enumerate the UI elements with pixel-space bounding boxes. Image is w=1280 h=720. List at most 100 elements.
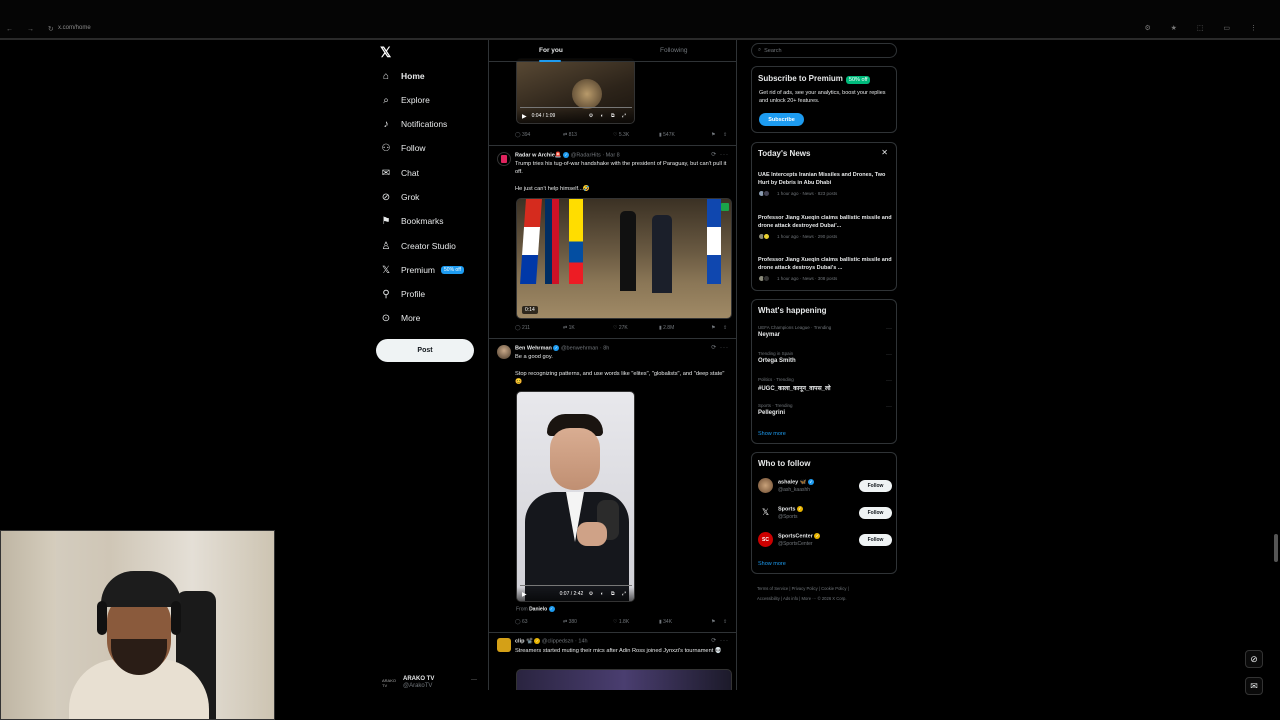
repost-button[interactable]: ⇄ 380: [563, 619, 577, 625]
more-dots-icon[interactable]: ···: [886, 378, 892, 384]
video-progress[interactable]: [520, 107, 632, 108]
avatar[interactable]: [497, 152, 511, 166]
footer-links[interactable]: Terms of Service | Privacy Policy | Cook…: [757, 584, 897, 604]
browser-toolbar: ← → ↻ x.com/home ⚙ ★ ⬚ ▭ ⋮: [0, 0, 1280, 40]
show-more-link[interactable]: Show more: [758, 431, 786, 437]
author-handle[interactable]: @RadarHits · Mar 8: [571, 152, 620, 158]
search-input[interactable]: ⌕ Search: [751, 43, 897, 58]
trend-item[interactable]: Politics · Trending #UGC_काला_कानून_वापस_…: [758, 377, 892, 392]
author-name[interactable]: Radar w Archie🚨: [515, 152, 562, 158]
tweet-video[interactable]: ▶ 0:04 / 1:09 ⚙ ◐ ⧉ ⤢: [516, 58, 635, 124]
play-icon[interactable]: ▶: [522, 591, 527, 598]
video-control-icons[interactable]: ⚙ ◐ ⧉ ⤢: [589, 113, 629, 119]
avatar[interactable]: [497, 638, 511, 652]
verified-badge-icon: ✓: [548, 606, 555, 612]
sidebar-item-creator-studio[interactable]: ♙ Creator Studio: [380, 236, 456, 256]
sidebar-item-more[interactable]: ⊙ More: [380, 308, 421, 328]
author-name[interactable]: Ben Wehrman: [515, 345, 552, 351]
share-icon[interactable]: ⇪: [723, 132, 727, 138]
grok-float-icon[interactable]: ⊘: [1245, 650, 1263, 668]
reply-button[interactable]: ◯ 394: [515, 132, 530, 138]
follow-button[interactable]: Follow: [859, 534, 892, 546]
sidebar-item-bookmarks[interactable]: ⚑ Bookmarks: [380, 211, 444, 231]
close-icon[interactable]: ✕: [881, 148, 888, 157]
follow-button[interactable]: Follow: [859, 507, 892, 519]
verified-badge-icon: ✓: [814, 533, 821, 539]
trend-item[interactable]: Sports · Trending Pellegrini ···: [758, 403, 892, 416]
messages-float-icon[interactable]: ✉: [1245, 677, 1263, 695]
views-button[interactable]: ▮ 34K: [659, 619, 672, 625]
like-button[interactable]: ♡ 1.8K: [613, 619, 629, 625]
trend-item[interactable]: UEFA Champions League · Trending Neymar ··…: [758, 325, 892, 338]
video-progress[interactable]: [520, 585, 632, 586]
sidebar-item-notifications[interactable]: ♪ Notifications: [380, 114, 448, 134]
timeline-tabs: For you Following: [489, 40, 736, 62]
browser-extension-icons[interactable]: ⚙ ★ ⬚ ▭ ⋮: [1144, 24, 1266, 32]
tweet-actions: ◯ 63 ⇄ 380 ♡ 1.8K ▮ 34K ⚑ ⇪: [515, 619, 730, 629]
subscribe-button[interactable]: Subscribe: [759, 113, 804, 126]
play-icon[interactable]: ▶: [522, 113, 527, 120]
source-name[interactable]: Danielo: [529, 606, 547, 612]
tweet-video[interactable]: ▶ 0:07 / 2:42 ⚙ ◐ ⧉ ⤢: [516, 391, 635, 602]
show-more-link[interactable]: Show more: [758, 561, 786, 567]
follow-suggestion[interactable]: 𝕏 Sports ✓ @Sports Follow: [758, 505, 892, 523]
tweet-menu-icon[interactable]: ⟳ ···: [711, 151, 729, 158]
tweet-video[interactable]: 0:14: [516, 198, 732, 319]
headphones-right: [171, 601, 181, 635]
browser-nav-buttons[interactable]: ← → ↻: [6, 25, 60, 33]
sidebar-item-home[interactable]: ⌂ Home: [380, 66, 425, 86]
sidebar-item-chat[interactable]: ✉ Chat: [380, 163, 419, 183]
bookmark-icon[interactable]: ⚑: [711, 325, 715, 331]
tweet-video[interactable]: [516, 669, 732, 690]
post-button[interactable]: Post: [376, 339, 474, 362]
tweet-actions: ◯ 211 ⇄ 1K ♡ 27K ▮ 2.8M ⚑ ⇪: [515, 325, 730, 335]
author-handle[interactable]: @clippedszn · 14h: [542, 638, 588, 644]
tweet-divider: [489, 338, 736, 339]
address-bar[interactable]: x.com/home: [58, 25, 91, 31]
sidebar-item-grok[interactable]: ⊘ Grok: [380, 187, 420, 207]
repost-button[interactable]: ⇄ 813: [563, 132, 577, 138]
bookmark-icon[interactable]: ⚑: [711, 619, 715, 625]
sidebar-item-explore[interactable]: ⌕ Explore: [380, 90, 430, 110]
sidebar-item-profile[interactable]: ⚲ Profile: [380, 284, 425, 304]
tweet-menu-icon[interactable]: ⟳ ···: [711, 344, 729, 351]
siren-icon: [501, 155, 507, 163]
more-dots-icon[interactable]: ···: [886, 352, 892, 358]
like-button[interactable]: ♡ 27K: [613, 325, 628, 331]
trend-item[interactable]: Trending in Spain Ortega Smith ···: [758, 351, 892, 364]
active-tab-indicator: [539, 60, 561, 62]
reply-button[interactable]: ◯ 211: [515, 325, 530, 331]
more-dots-icon[interactable]: ···: [471, 677, 477, 683]
share-icon[interactable]: ⇪: [723, 619, 727, 625]
sidebar-item-premium[interactable]: 𝕏 Premium 50% off: [380, 260, 464, 280]
more-dots-icon[interactable]: ···: [886, 404, 892, 410]
avatar[interactable]: [497, 345, 511, 359]
more-dots-icon[interactable]: ···: [886, 326, 892, 332]
tab-following[interactable]: Following: [660, 47, 687, 54]
add-person-icon: ⚇: [381, 142, 391, 154]
news-item[interactable]: UAE Intercepts Iranian Missiles and Dron…: [758, 171, 892, 197]
news-title: Today's News: [758, 149, 811, 158]
author-handle[interactable]: @benwehrman · 8h: [561, 345, 609, 351]
tab-for-you[interactable]: For you: [539, 47, 563, 54]
tweet-menu-icon[interactable]: ⟳ ···: [711, 637, 729, 644]
timeline[interactable]: For you Following ▶ 0:04 / 1:09 ⚙ ◐ ⧉ ⤢ …: [488, 40, 737, 690]
x-logo-icon[interactable]: 𝕏: [380, 44, 391, 61]
bookmark-icon[interactable]: ⚑: [711, 132, 715, 138]
news-item[interactable]: Professor Jiang Xueqin claims ballistic …: [758, 256, 892, 282]
share-icon[interactable]: ⇪: [723, 325, 727, 331]
follow-suggestion[interactable]: ashaley 🦋 ✓ @ash_kaashh Follow: [758, 478, 892, 496]
follow-suggestion[interactable]: SC SportsCenter ✓ @SportsCenter Follow: [758, 532, 892, 550]
author-name[interactable]: clip 📽️: [515, 638, 533, 644]
views-button[interactable]: ▮ 547K: [659, 132, 675, 138]
news-item[interactable]: Professor Jiang Xueqin claims ballistic …: [758, 214, 892, 240]
reply-button[interactable]: ◯ 63: [515, 619, 528, 625]
follow-button[interactable]: Follow: [859, 480, 892, 492]
repost-button[interactable]: ⇄ 1K: [563, 325, 575, 331]
sidebar-item-follow[interactable]: ⚇ Follow: [380, 138, 426, 158]
like-button[interactable]: ♡ 5.3K: [613, 132, 629, 138]
views-button[interactable]: ▮ 2.8M: [659, 325, 674, 331]
who-to-follow-title: Who to follow: [758, 459, 811, 468]
video-control-icons[interactable]: ⚙ ◐ ⧉ ⤢: [589, 591, 629, 597]
page-scrollbar[interactable]: [1274, 534, 1278, 562]
